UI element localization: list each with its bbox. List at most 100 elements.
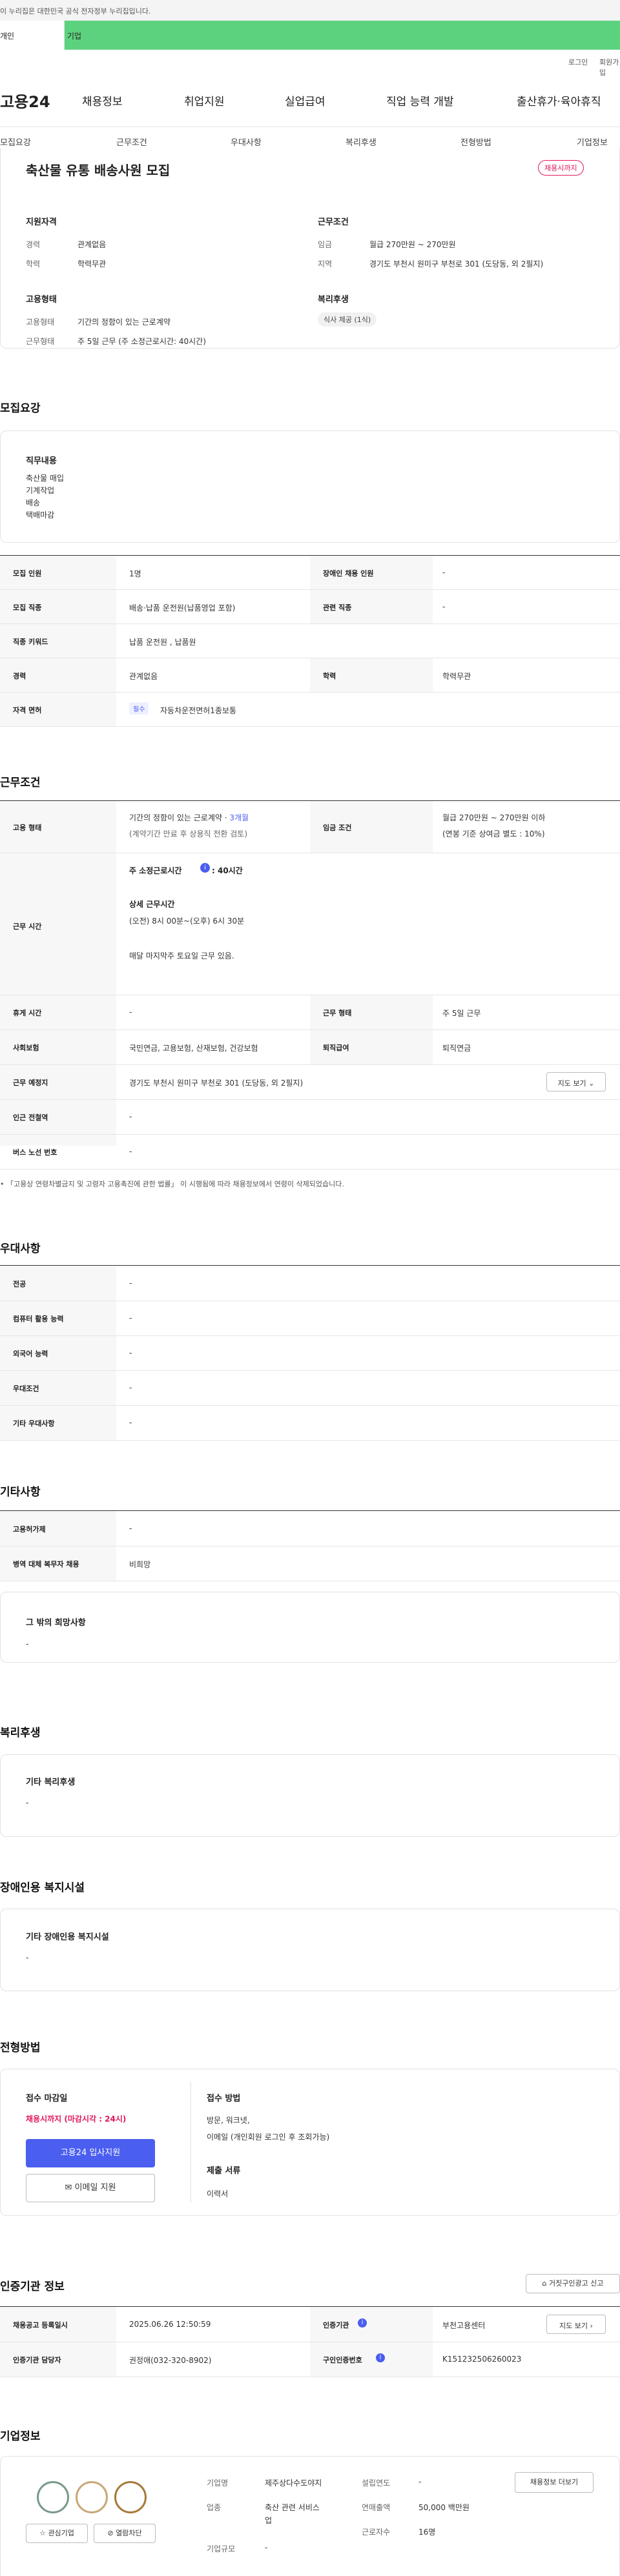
subnav-recruit[interactable]: 모집요강 (0, 136, 31, 148)
map-button[interactable]: 지도 보기 ⌄ (546, 1072, 606, 1091)
row-value: - (129, 1383, 132, 1392)
row-label: 모집 직종 (13, 603, 42, 612)
etype-value: 기간의 정함이 있는 근로계약 (78, 318, 170, 327)
row-value: - (129, 1008, 132, 1017)
row-label: 고용 형태 (13, 824, 42, 832)
cond-title: 근무조건 (318, 218, 349, 227)
row-value: 경기도 부천시 원미구 부천로 301 (도당동, 외 2필지) (129, 1079, 304, 1088)
info-icon[interactable]: i (200, 863, 210, 873)
row-label: 우대조건 (13, 1384, 39, 1393)
block-company-button[interactable]: ⊘ 열람차단 (94, 2524, 156, 2543)
email-apply-button[interactable]: ✉ 이메일 지원 (26, 2174, 155, 2202)
gnb-training[interactable]: 직업 능력 개발 (386, 92, 454, 108)
row-label: 근무 예정지 (13, 1079, 48, 1087)
row-label: 고용허가제 (13, 1525, 46, 1534)
subnav-pref[interactable]: 우대사항 (231, 136, 262, 148)
tab-personal[interactable]: 개인 (0, 21, 65, 50)
deadline-value: 채용시까지 (마감시각 : 24시) (26, 2115, 127, 2124)
gnb-jobs[interactable]: 채용정보 (82, 92, 123, 108)
logo[interactable]: 고용24 (0, 89, 50, 112)
sales-value: 50,000 백만원 (418, 2503, 470, 2512)
row-label: 인근 전철역 (13, 1113, 48, 1122)
row-value: - (442, 602, 446, 611)
docs-title: 제출 서류 (207, 2166, 241, 2176)
row-value: 월급 270만원 ~ 270만원 이하 (442, 813, 546, 822)
global-bar: 개인 기업 (0, 21, 620, 50)
duty-card (0, 431, 620, 543)
block-icon: ⊘ (107, 2529, 114, 2537)
join-link[interactable]: 회원가입 (599, 57, 620, 77)
row-label: 관련 직종 (323, 603, 352, 612)
row-label: 인증기관 담당자 (13, 2356, 61, 2364)
row-value: 퇴직연금 (442, 1044, 471, 1053)
tab-company[interactable]: 기업 (65, 21, 620, 50)
row-value: - (129, 1313, 132, 1323)
emp-title: 고용형태 (26, 295, 57, 305)
work-heading: 근무조건 (0, 776, 41, 789)
row-value: 관계없음 (129, 672, 158, 681)
row-value: 배송·납품 운전원(납품영업 포함) (129, 603, 236, 613)
row-value: (계약기간 만료 후 상용직 전환 검토) (129, 829, 247, 838)
region-value: 경기도 부천시 원미구 부천로 301 (도당동, 외 2필지) (369, 259, 544, 269)
other-wishes-value: - (26, 1639, 29, 1648)
career-value: 관계없음 (78, 240, 107, 249)
info-icon[interactable]: i (358, 2318, 367, 2328)
row-value: 납품 운전원 , 납품원 (129, 638, 196, 647)
row-label: 구인인증번호 (323, 2356, 362, 2364)
region-label: 지역 (318, 259, 333, 269)
gnb-benefit[interactable]: 실업급여 (285, 92, 326, 108)
job-title: 축산물 유통 배송사원 모집 (26, 163, 170, 178)
row-value: 기간의 정함이 있는 근로계약 · 3개월 (129, 813, 249, 822)
apply-button[interactable]: 고용24 입사지원 (26, 2139, 155, 2167)
docs-value: 이력서 (207, 2189, 229, 2198)
welfare-tag: 식사 제공 (1식) (318, 312, 377, 327)
employees-label: 근로자수 (362, 2528, 391, 2537)
row-label: 버스 노선 번호 (13, 1148, 57, 1157)
row-label: 직종 키워드 (13, 638, 48, 646)
row-value: - (129, 1418, 132, 1427)
gnb-support[interactable]: 취업지원 (184, 92, 225, 108)
career-label: 경력 (26, 240, 41, 249)
row-label: 휴게 시간 (13, 1009, 42, 1017)
subnav-process[interactable]: 전형방법 (460, 136, 491, 148)
subnav-work[interactable]: 근무조건 (116, 136, 147, 148)
row-value: 비희망 (129, 1560, 151, 1569)
more-jobs-button[interactable]: 채용정보 더보기 (515, 2472, 594, 2493)
report-ad-button[interactable]: ⌂ 거짓구인광고 신고 (526, 2274, 620, 2293)
weekly-hours-value: : 40시간 (212, 866, 243, 875)
row-value: 부천고용센터 (442, 2321, 486, 2330)
disabled-card (0, 1909, 620, 1991)
subnav-welfare[interactable]: 복리후생 (346, 136, 377, 148)
other-wishes-title: 그 밖의 희망사항 (26, 1618, 86, 1628)
row-value: K151232506260023 (442, 2355, 522, 2364)
wage-value: 월급 270만원 ~ 270만원 (369, 240, 456, 249)
row-value: - (129, 1147, 132, 1156)
duty-item: 배송 (26, 498, 41, 507)
sales-label: 연매출액 (362, 2503, 391, 2512)
login-link[interactable]: 로그인 (568, 57, 588, 67)
industry-value: 축산 관련 서비스 (265, 2503, 320, 2512)
agency-map-button[interactable]: 지도 보기 › (546, 2315, 606, 2334)
deadline-badge: 채용시까지 (538, 160, 584, 176)
row-value: - (129, 1524, 132, 1533)
company-logo (37, 2481, 69, 2513)
disabled-heading: 장애인용 복지시설 (0, 1881, 85, 1894)
favorite-company-button[interactable]: ☆ 관심기업 (26, 2524, 88, 2543)
detail-hours-note: 매달 마지막주 토요일 근무 있음. (129, 951, 234, 960)
subnav-company[interactable]: 기업정보 (577, 136, 608, 148)
row-value: 학력무관 (442, 672, 471, 681)
company-name-value: 제주상다수도야지 (265, 2479, 322, 2488)
row-label: 기타 우대사항 (13, 1419, 55, 1428)
recruit-heading: 모집요강 (0, 402, 41, 415)
gnb-leave[interactable]: 출산휴가·육아휴직 (517, 92, 601, 108)
scale-label: 기업규모 (207, 2544, 236, 2553)
mail-icon: ✉ (65, 2183, 72, 2193)
method-value: 이메일 (개인회원 로그인 후 조회가능) (207, 2133, 330, 2142)
scale-value: - (265, 2543, 268, 2552)
info-icon[interactable]: i (376, 2353, 385, 2362)
weekly-hours-label: 주 소정근로시간 (129, 866, 182, 875)
row-value: - (129, 1279, 132, 1288)
home-icon: ⌂ (542, 2279, 547, 2287)
row-label: 컴퓨터 활용 능력 (13, 1315, 64, 1323)
row-value: - (442, 568, 446, 577)
